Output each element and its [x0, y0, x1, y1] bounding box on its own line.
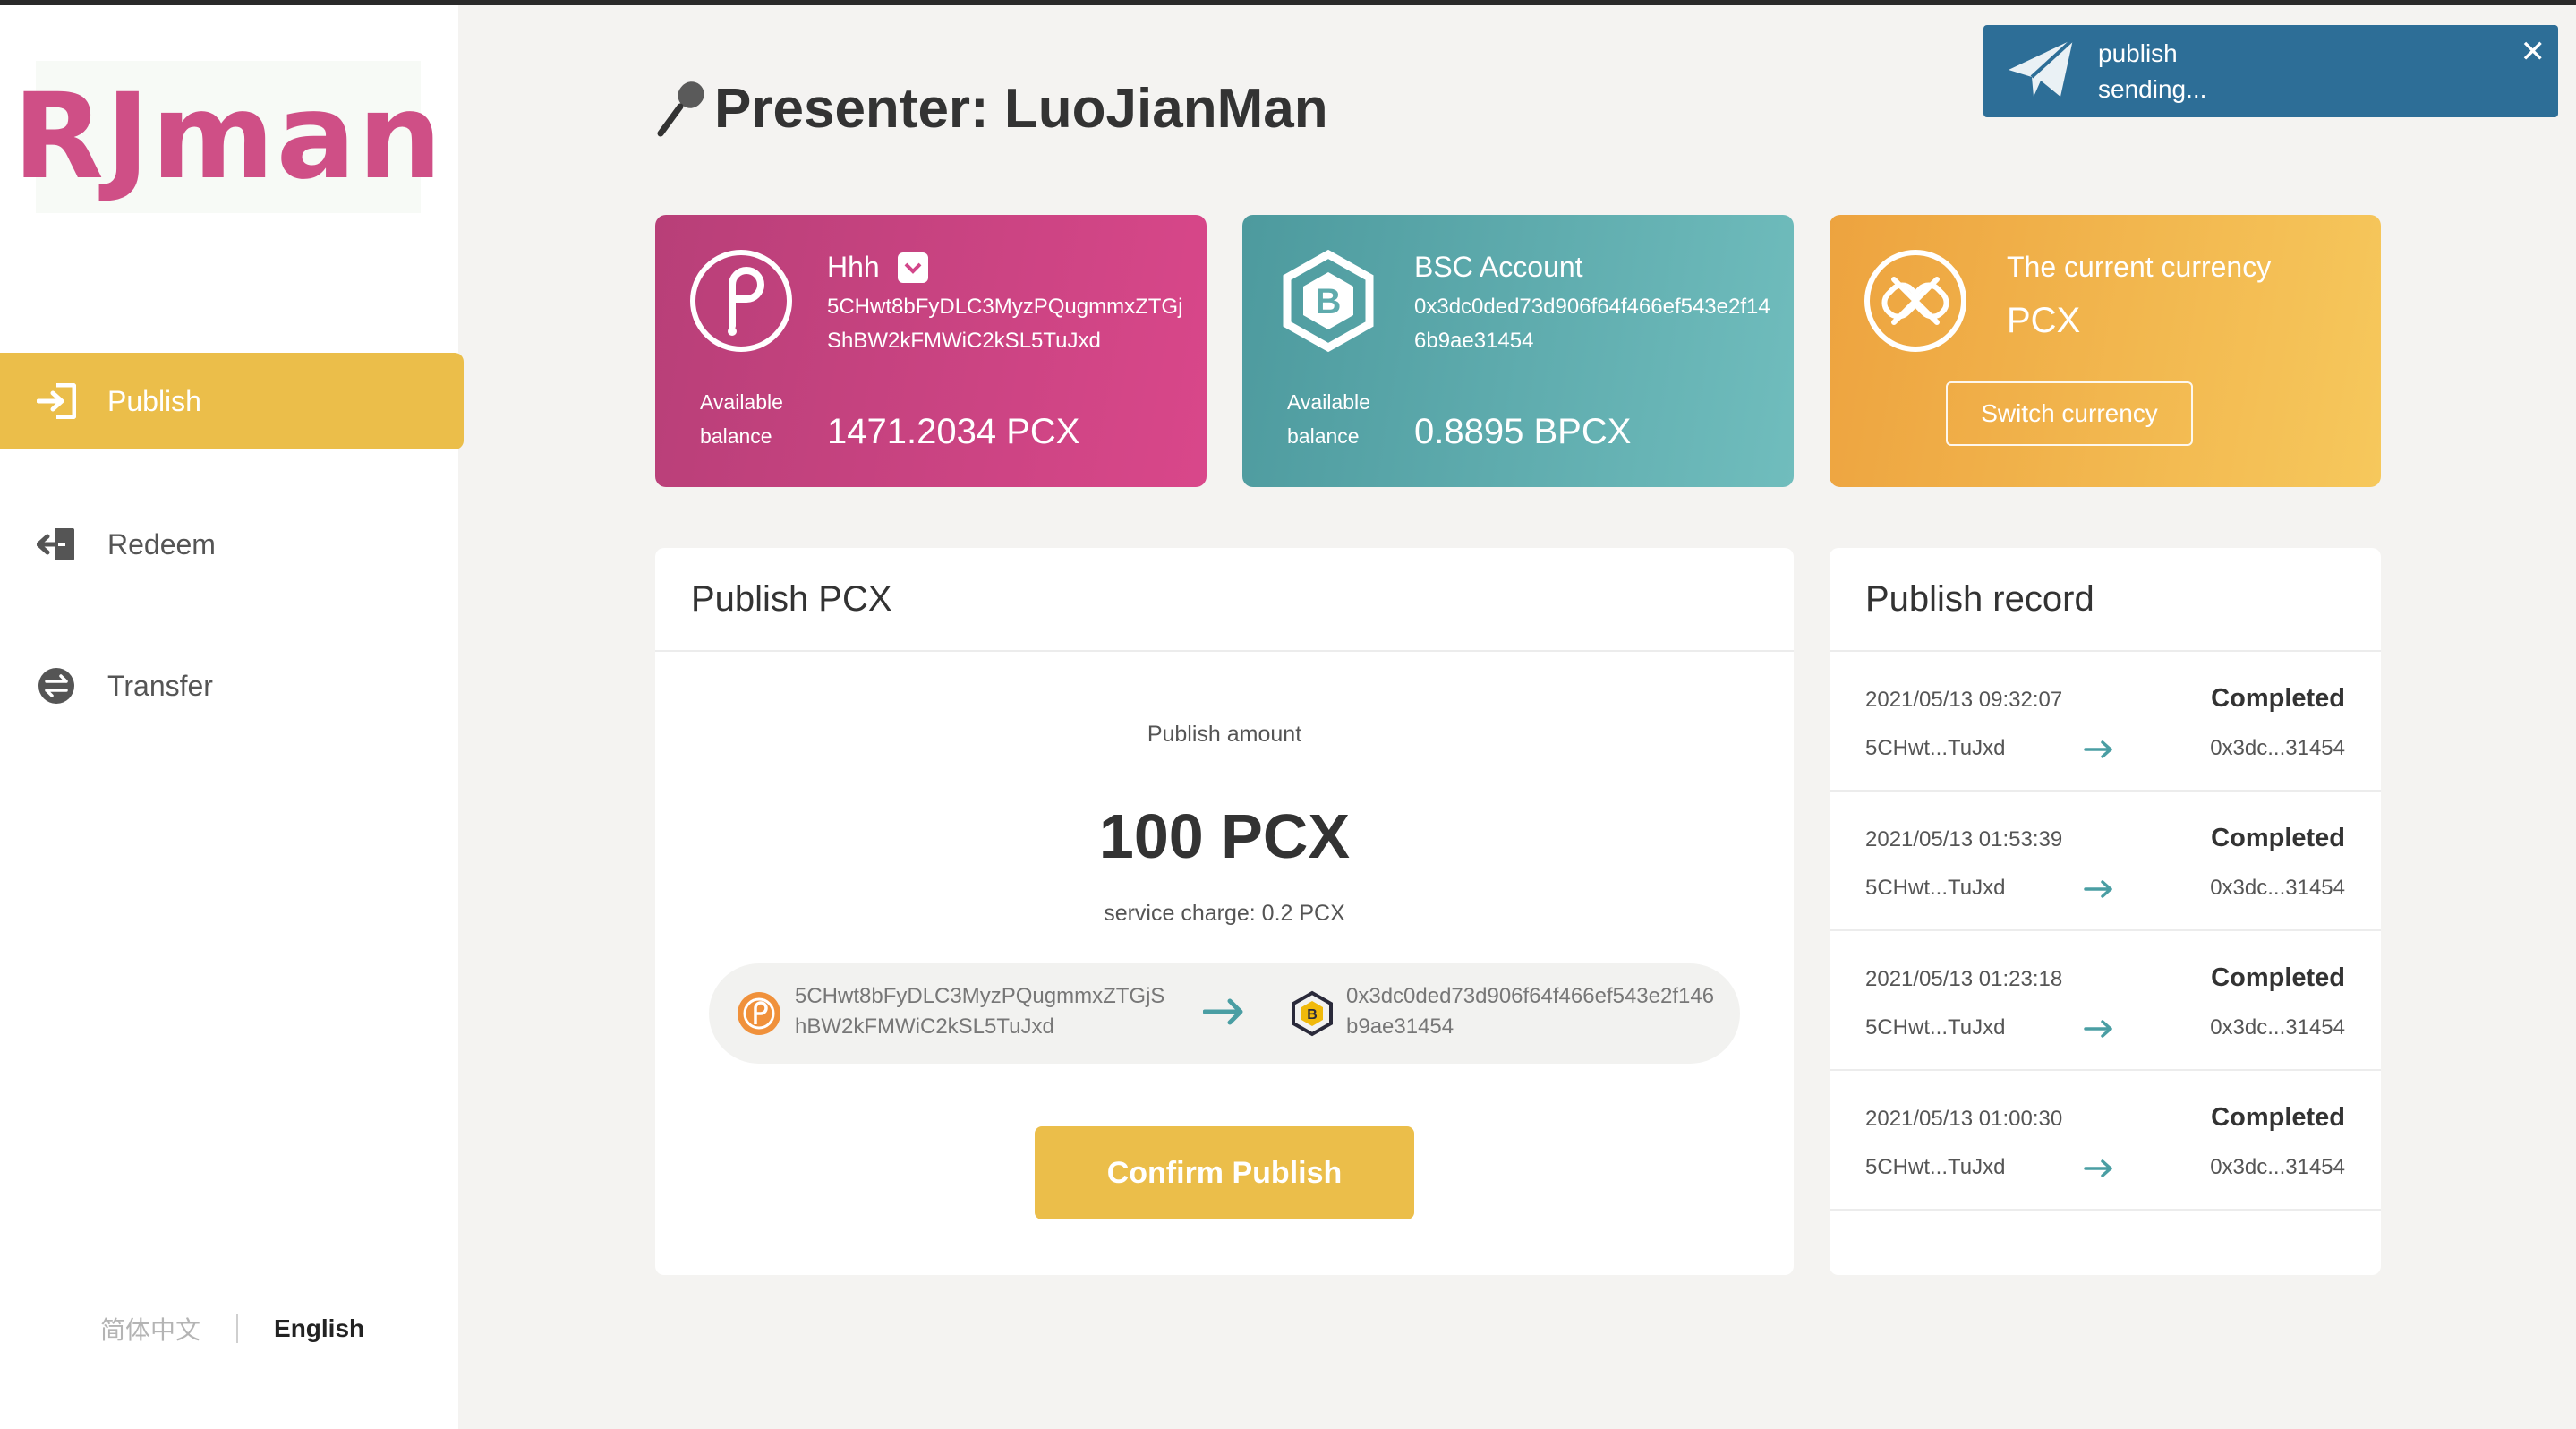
sidebar-item-label: Transfer	[107, 669, 213, 702]
pcx-logo-icon	[689, 249, 793, 353]
record-to: 0x3dc...31454	[2210, 876, 2345, 900]
close-icon[interactable]: ✕	[2521, 34, 2546, 70]
record-date: 2021/05/13 01:23:18	[1865, 967, 2063, 991]
publish-amount-label: Publish amount	[1147, 722, 1302, 747]
current-currency-value: PCX	[2007, 301, 2081, 340]
svg-text:B: B	[1307, 1007, 1318, 1023]
record-date: 2021/05/13 01:53:39	[1865, 827, 2063, 851]
record-from: 5CHwt...TuJxd	[1865, 1155, 2006, 1179]
logo: RJman	[13, 61, 442, 213]
record-to: 0x3dc...31454	[2210, 736, 2345, 760]
service-charge: service charge: 0.2 PCX	[1104, 901, 1345, 926]
record-status: Completed	[2211, 963, 2345, 992]
account-balance: 1471.2034 PCX	[827, 412, 1080, 451]
publish-amount-value[interactable]: 100 PCX	[655, 800, 1794, 872]
publish-panel: Publish PCX Publish amount 100 PCX servi…	[655, 548, 1794, 1275]
switch-currency-button[interactable]: Switch currency	[1946, 381, 2193, 446]
record-date: 2021/05/13 01:00:30	[1865, 1107, 2063, 1131]
sidebar-item-publish[interactable]: Publish	[0, 353, 464, 449]
toast-title: publish	[2098, 39, 2178, 67]
bsc-balance: 0.8895 BPCX	[1414, 412, 1632, 451]
record-from: 5CHwt...TuJxd	[1865, 736, 2006, 760]
to-address: 0x3dc0ded73d906f64f466ef543e2f146b9ae314…	[1346, 984, 1715, 1039]
arrow-right-icon	[2084, 738, 2114, 761]
sidebar-item-redeem[interactable]: Redeem	[0, 496, 464, 593]
available-balance-label: Available balance	[700, 390, 783, 448]
record-row[interactable]: 2021/05/13 01:23:18 Completed 5CHwt...Tu…	[1830, 931, 2381, 1071]
sidebar-item-label: Redeem	[107, 527, 216, 560]
lang-option-en[interactable]: English	[274, 1314, 364, 1343]
publish-icon	[36, 381, 77, 422]
lang-divider	[236, 1314, 239, 1343]
arrow-right-icon	[2084, 1017, 2114, 1040]
redeem-icon	[36, 524, 77, 565]
record-from: 5CHwt...TuJxd	[1865, 876, 2006, 900]
publish-panel-title: Publish PCX	[655, 548, 1794, 652]
bsc-logo-icon: B	[1276, 249, 1380, 353]
record-status: Completed	[2211, 824, 2345, 852]
record-to: 0x3dc...31454	[2210, 1155, 2345, 1179]
currency-card: The current currency PCX Switch currency	[1830, 215, 2381, 487]
logo-text: RJman	[13, 68, 444, 206]
account-card: Hhh 5CHwt8bFyDLC3MyzPQugmmxZTGjShBW2kFMW…	[655, 215, 1207, 487]
transfer-icon	[36, 665, 77, 706]
arrow-right-icon	[1202, 994, 1244, 1030]
presenter-text: Presenter: LuoJianMan	[714, 78, 1328, 140]
from-address: 5CHwt8bFyDLC3MyzPQugmmxZTGjShBW2kFMWiC2k…	[795, 984, 1165, 1039]
sidebar-item-transfer[interactable]: Transfer	[0, 637, 464, 734]
record-row[interactable]: 2021/05/13 01:00:30 Completed 5CHwt...Tu…	[1830, 1071, 2381, 1211]
toast-message: sending...	[2098, 74, 2207, 103]
record-from: 5CHwt...TuJxd	[1865, 1015, 2006, 1040]
chevron-down-icon[interactable]	[897, 252, 928, 283]
record-status: Completed	[2211, 1103, 2345, 1132]
bsc-address: 0x3dc0ded73d906f64f466ef543e2f146b9ae314…	[1414, 295, 1770, 353]
microphone-icon	[653, 78, 711, 141]
bsc-small-icon: B	[1289, 990, 1335, 1037]
bsc-account-card: B BSC Account 0x3dc0ded73d906f64f466ef54…	[1242, 215, 1794, 487]
account-address: 5CHwt8bFyDLC3MyzPQugmmxZTGjShBW2kFMWiC2k…	[827, 295, 1183, 353]
available-balance-label: Available balance	[1287, 390, 1370, 448]
notification-toast: publish sending... ✕	[1983, 25, 2558, 117]
paper-plane-icon	[2007, 38, 2075, 105]
record-date: 2021/05/13 09:32:07	[1865, 688, 2063, 712]
arrow-right-icon	[2084, 877, 2114, 901]
account-name: Hhh	[827, 251, 880, 283]
record-row[interactable]: 2021/05/13 01:53:39 Completed 5CHwt...Tu…	[1830, 792, 2381, 931]
record-to: 0x3dc...31454	[2210, 1015, 2345, 1040]
sidebar-item-label: Publish	[107, 384, 201, 417]
arrow-right-icon	[2084, 1157, 2114, 1180]
currency-title: The current currency	[2007, 251, 2272, 283]
language-switcher: 简体中文 English	[100, 1311, 364, 1347]
lang-option-zh[interactable]: 简体中文	[100, 1311, 200, 1347]
sidebar: RJman Publish Redeem Transfer 简体中文 Engli…	[0, 5, 464, 1429]
pcx-small-icon	[736, 990, 782, 1037]
confirm-publish-button[interactable]: Confirm Publish	[1035, 1126, 1414, 1219]
svg-text:B: B	[1316, 282, 1342, 321]
page-title: Presenter: LuoJianMan	[653, 77, 1328, 141]
transfer-route: 5CHwt8bFyDLC3MyzPQugmmxZTGjShBW2kFMWiC2k…	[709, 963, 1740, 1064]
chainx-logo-icon	[1864, 249, 1967, 353]
publish-record-panel: Publish record 2021/05/13 09:32:07 Compl…	[1830, 548, 2381, 1275]
record-row[interactable]: 2021/05/13 09:32:07 Completed 5CHwt...Tu…	[1830, 652, 2381, 792]
record-status: Completed	[2211, 684, 2345, 713]
bsc-account-title: BSC Account	[1414, 251, 1583, 283]
publish-record-title: Publish record	[1830, 548, 2381, 652]
